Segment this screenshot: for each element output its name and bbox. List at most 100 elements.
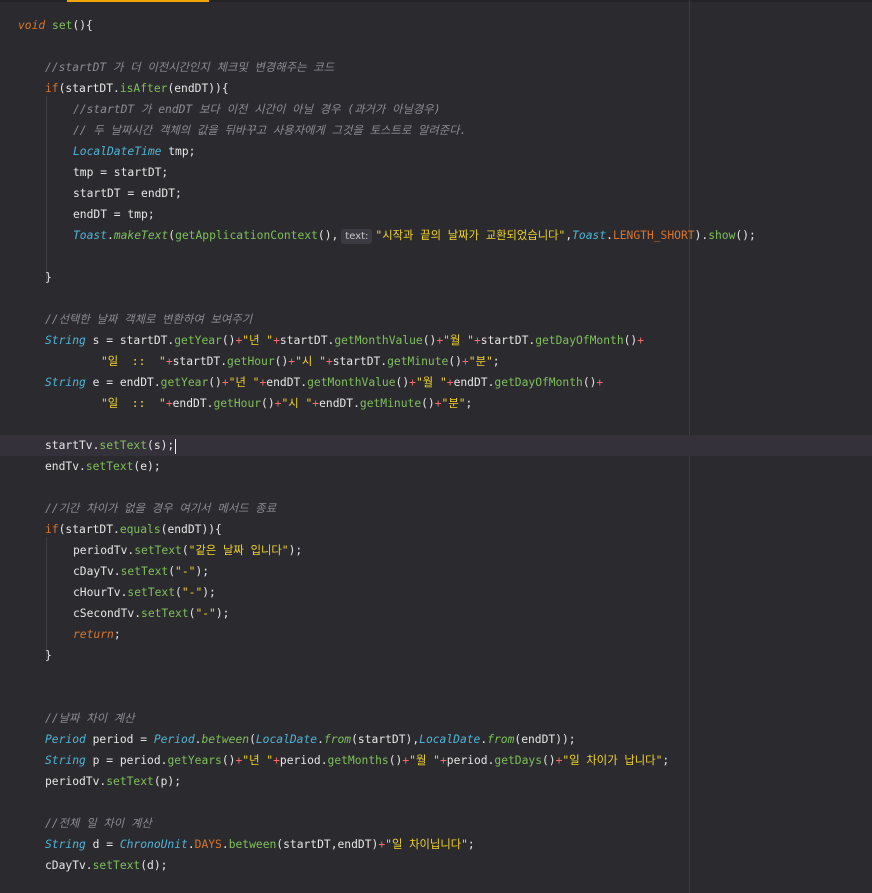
token: ; [113,628,121,641]
token: tmp = startDT; [73,166,169,179]
code-line-29[interactable]: cSecondTv.setText("-"); [0,603,872,624]
method-call: getDays [494,754,542,767]
method-call: setText [134,544,182,557]
code-line-15[interactable]: //선택한 날짜 객체로 변환하여 보여주기 [0,309,872,330]
token: () [208,376,222,389]
token: period. [279,754,328,767]
token: cSecondTv. [73,607,142,620]
code-line-22[interactable]: endTv.setText(e); [0,456,872,477]
code-line-36[interactable]: String p = period.getYears()+"년 "+period… [0,750,872,771]
token: (endDT)){ [160,523,222,536]
method-call: getMonths [327,754,389,767]
code-line-25[interactable]: if(startDT.equals(endDT)){ [0,519,872,540]
operator: + [446,376,454,389]
code-line-3[interactable]: //startDT 가 더 이전시간인지 체크및 변경해주는 코드 [0,57,872,78]
token: ( [181,544,189,557]
operator: + [165,397,173,410]
text-cursor [175,438,177,454]
string-literal: "-" [175,565,196,578]
token: endDT. [266,376,308,389]
code-editor[interactable]: void set(){ //startDT 가 더 이전시간인지 체크및 변경해… [0,0,872,893]
static-method: from [323,733,352,746]
token: . [221,838,229,851]
token: endDT. [453,376,495,389]
code-line-28[interactable]: cHourTv.setText("-"); [0,582,872,603]
code-line-11[interactable]: Toast.makeText(getApplicationContext(), t… [0,225,872,246]
token: startDT. [279,334,335,347]
string-literal: "월 " [415,376,447,389]
string-literal: "일 차이가 납니다" [562,754,663,767]
string-literal: "년 " [242,334,274,347]
type-name: String [45,334,86,347]
code-line-21-current[interactable]: startTv.setText(s); [0,435,872,456]
method-call: getMinute [387,355,449,368]
token: ); [215,607,230,620]
token: (startDT,endDT) [276,838,379,851]
code-line-41[interactable]: cDayTv.setText(d); [0,855,872,876]
method-call: getApplicationContext [175,229,318,242]
operator: + [637,334,645,347]
operator: + [473,334,481,347]
code-line-35[interactable]: Period period = Period.between(LocalDate… [0,729,872,750]
code-line-7[interactable]: LocalDateTime tmp; [0,141,872,162]
method-call: getMonthValue [334,334,423,347]
code-line-31[interactable]: } [0,645,872,666]
code-line-6[interactable]: // 두 날짜시간 객체의 값을 뒤바꾸고 사용자에게 그것을 토스트로 알려준… [0,120,872,141]
type-name: String [45,754,86,767]
code-line-37[interactable]: periodTv.setText(p); [0,771,872,792]
code-line-4[interactable]: if(startDT.isAfter(endDT)){ [0,78,872,99]
token: () [261,397,275,410]
comment: //startDT 가 endDT 보다 이전 시간이 아닐 경우 (과거가 아… [73,103,441,116]
string-literal: "-" [195,607,216,620]
code-line-40[interactable]: String d = ChronoUnit.DAYS.between(start… [0,834,872,855]
parameter-hint: text: [341,229,373,244]
code-line-17[interactable]: "일 :: "+startDT.getHour()+"시 "+startDT.g… [0,351,872,372]
operator: + [439,754,447,767]
token: ); [288,544,303,557]
token: () [582,376,597,389]
token: . [187,838,195,851]
method-call: between [228,838,277,851]
type-name: String [45,376,86,389]
token: (startDT), [351,733,420,746]
comment: // 두 날짜시간 객체의 값을 뒤바꾸고 사용자에게 그것을 토스트로 알려준… [73,124,467,137]
code-line-30[interactable]: return; [0,624,872,645]
code-line-18[interactable]: String e = endDT.getYear()+"년 "+endDT.ge… [0,372,872,393]
method-call: getDayOfMonth [535,334,624,347]
comment: //startDT 가 더 이전시간인지 체크및 변경해주는 코드 [45,61,335,74]
token: cDayTv. [73,565,121,578]
type-name: String [45,838,86,851]
token: (d); [140,859,168,872]
token: () [421,397,435,410]
code-line-26[interactable]: periodTv.setText("같은 날짜 입니다"); [0,540,872,561]
code-line-1[interactable]: void set(){ [0,15,872,36]
token: startDT = endDT; [73,187,182,200]
string-literal: "월 " [409,754,440,767]
token: . [317,733,324,746]
string-literal: "같은 날짜 입니다" [188,544,289,557]
token: } [45,649,52,662]
code-line-27[interactable]: cDayTv.setText("-"); [0,561,872,582]
type-name: ChronoUnit [119,838,188,851]
code-line-24[interactable]: //기간 차이가 없을 경우 여기서 메서드 종료 [0,498,872,519]
string-literal: "시 " [281,397,313,410]
code-line-16[interactable]: String s = startDT.getYear()+"년 "+startD… [0,330,872,351]
code-line-10[interactable]: endDT = tmp; [0,204,872,225]
code-line-34[interactable]: //날짜 차이 계산 [0,708,872,729]
string-literal: "일 :: " [101,397,166,410]
method-call: getYear [174,334,222,347]
method-call: setText [120,565,169,578]
token: (startDT. [58,523,120,536]
method-call: equals [119,523,161,536]
code-line-19[interactable]: "일 :: "+endDT.getHour()+"시 "+endDT.getMi… [0,393,872,414]
token: (s); [147,439,175,452]
code-line-8[interactable]: tmp = startDT; [0,162,872,183]
static-method: from [487,733,515,746]
code-line-9[interactable]: startDT = endDT; [0,183,872,204]
token: period. [446,754,495,767]
code-line-13[interactable]: } [0,267,872,288]
code-line-39[interactable]: //전체 일 차이 계산 [0,813,872,834]
operator: + [165,355,173,368]
code-line-5[interactable]: //startDT 가 endDT 보다 이전 시간이 아닐 경우 (과거가 아… [0,99,872,120]
method-call: getYear [160,376,209,389]
